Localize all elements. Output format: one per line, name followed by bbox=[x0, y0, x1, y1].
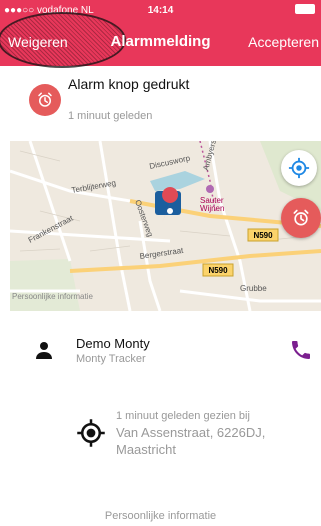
svg-text:N590: N590 bbox=[208, 266, 228, 275]
location-target-icon bbox=[77, 419, 105, 447]
map-view[interactable]: N590 N590 Terblijterweg Discusworp Ooste… bbox=[10, 141, 321, 311]
svg-text:Persoonlijke informatie: Persoonlijke informatie bbox=[12, 292, 93, 301]
alarm-clock-icon bbox=[293, 209, 309, 226]
crosshair-icon bbox=[288, 157, 310, 179]
alarm-title: Alarm knop gedrukt bbox=[68, 76, 190, 92]
person-device: Monty Tracker bbox=[76, 353, 146, 365]
phone-icon[interactable] bbox=[289, 338, 313, 362]
alarm-action-button[interactable] bbox=[281, 198, 321, 238]
alarm-clock-icon bbox=[29, 84, 61, 116]
last-seen-location: 1 minuut geleden gezien bij Van Assenstr… bbox=[116, 409, 316, 458]
person-name: Demo Monty bbox=[76, 336, 150, 351]
last-seen-label: 1 minuut geleden gezien bij bbox=[116, 410, 250, 422]
locate-me-button[interactable] bbox=[281, 150, 317, 186]
last-seen-address: Van Assenstraat, 6226DJ, Maastricht bbox=[116, 425, 266, 457]
accept-button[interactable]: Accepteren bbox=[248, 34, 319, 50]
nav-bar: Weigeren Alarmmelding Accepteren bbox=[0, 12, 321, 68]
svg-text:Wijnen: Wijnen bbox=[200, 204, 224, 213]
alarm-time-ago: 1 minuut geleden bbox=[68, 110, 153, 122]
person-icon bbox=[36, 342, 52, 359]
personal-info-label[interactable]: Persoonlijke informatie bbox=[0, 510, 321, 522]
battery-icon bbox=[295, 4, 315, 14]
map-canvas: N590 N590 Terblijterweg Discusworp Ooste… bbox=[10, 141, 321, 311]
svg-text:N590: N590 bbox=[253, 231, 273, 240]
svg-text:Grubbe: Grubbe bbox=[240, 284, 267, 293]
status-icons bbox=[295, 4, 315, 14]
